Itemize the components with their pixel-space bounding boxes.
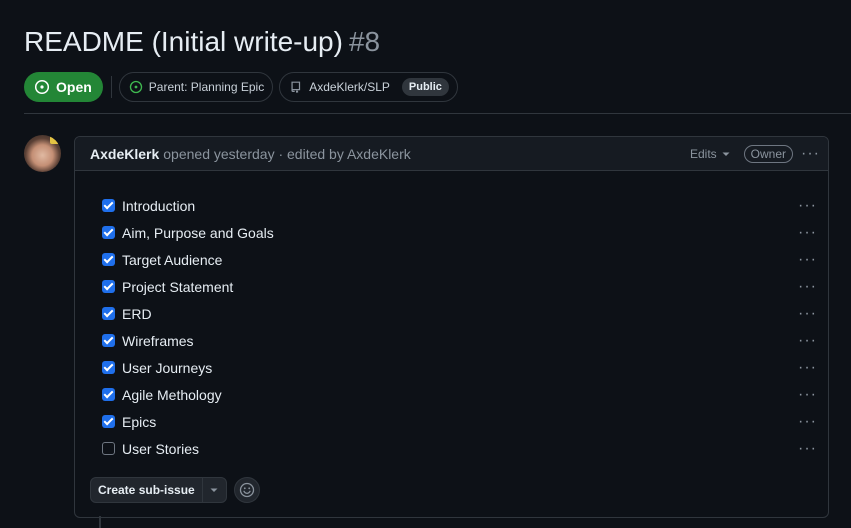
visibility-badge: Public bbox=[401, 78, 449, 96]
comment-header-actions: Edits Owner ··· bbox=[690, 144, 820, 163]
comment-footer: Create sub-issue bbox=[90, 477, 260, 503]
checkbox-checked-icon[interactable] bbox=[102, 307, 115, 320]
create-sub-issue-dropdown[interactable] bbox=[203, 478, 226, 502]
task-label: Aim, Purpose and Goals bbox=[122, 224, 274, 241]
kebab-horizontal-icon[interactable]: ··· bbox=[798, 251, 817, 269]
list-item: User Stories ··· bbox=[102, 435, 817, 462]
issue-opened-icon bbox=[129, 80, 142, 94]
list-item: Introduction ··· bbox=[102, 192, 817, 219]
create-sub-issue-button[interactable]: Create sub-issue bbox=[91, 478, 203, 502]
repo-icon bbox=[291, 81, 301, 93]
kebab-horizontal-icon[interactable]: ··· bbox=[801, 145, 820, 161]
edits-label: Edits bbox=[689, 146, 717, 161]
comment-author[interactable]: AxdeKlerk bbox=[90, 146, 159, 162]
kebab-horizontal-icon[interactable]: ··· bbox=[798, 413, 817, 431]
checkbox-checked-icon[interactable] bbox=[102, 415, 115, 428]
list-item: Project Statement ··· bbox=[102, 273, 817, 300]
task-label: Introduction bbox=[122, 197, 196, 214]
triangle-down-icon bbox=[210, 488, 218, 492]
issue-opened-icon bbox=[34, 79, 50, 95]
checkbox-checked-icon[interactable] bbox=[102, 199, 115, 212]
list-item: User Journeys ··· bbox=[102, 354, 817, 381]
checkbox-checked-icon[interactable] bbox=[102, 253, 115, 266]
list-item: Aim, Purpose and Goals ··· bbox=[102, 219, 817, 246]
header-divider bbox=[24, 113, 851, 114]
kebab-horizontal-icon[interactable]: ··· bbox=[798, 359, 817, 377]
list-item: Target Audience ··· bbox=[102, 246, 817, 273]
issue-state-badge: Open bbox=[24, 72, 103, 102]
checkbox-checked-icon[interactable] bbox=[102, 388, 115, 401]
task-label: Epics bbox=[122, 413, 157, 430]
checkbox-checked-icon[interactable] bbox=[102, 334, 115, 347]
triangle-down-icon bbox=[722, 152, 730, 156]
task-label: Project Statement bbox=[122, 278, 234, 295]
issue-number: #8 bbox=[348, 26, 381, 57]
task-label: User Stories bbox=[122, 440, 200, 457]
kebab-horizontal-icon[interactable]: ··· bbox=[798, 332, 817, 350]
task-label: User Journeys bbox=[122, 359, 213, 376]
task-label: Wireframes bbox=[122, 332, 194, 349]
kebab-horizontal-icon[interactable]: ··· bbox=[798, 197, 817, 215]
repository-link[interactable]: AxdeKlerk/SLP Public bbox=[279, 72, 458, 102]
parent-issue-label: Parent: Planning Epic bbox=[148, 80, 265, 94]
create-sub-issue-split-button: Create sub-issue bbox=[90, 477, 227, 503]
task-list: Introduction ··· Aim, Purpose and Goals … bbox=[102, 192, 817, 462]
issue-state-label: Open bbox=[56, 79, 92, 95]
kebab-horizontal-icon[interactable]: ··· bbox=[798, 305, 817, 323]
smiley-icon bbox=[239, 482, 254, 498]
checkbox-checked-icon[interactable] bbox=[102, 280, 115, 293]
repository-name: AxdeKlerk/SLP bbox=[309, 80, 390, 94]
timeline-line bbox=[99, 516, 101, 528]
task-checkbox[interactable] bbox=[102, 442, 115, 455]
issue-body-card: AxdeKlerk opened yesterday · edited by A… bbox=[74, 136, 829, 518]
issue-title-bar: README (Initial write-up) #8 bbox=[24, 24, 380, 60]
comment-meta: opened yesterday · edited by AxdeKlerk bbox=[163, 145, 411, 162]
kebab-horizontal-icon[interactable]: ··· bbox=[798, 386, 817, 404]
add-reaction-button[interactable] bbox=[233, 477, 260, 503]
list-item: ERD ··· bbox=[102, 300, 817, 327]
list-item: Epics ··· bbox=[102, 408, 817, 435]
checkbox-checked-icon[interactable] bbox=[102, 226, 115, 239]
checkbox-checked-icon[interactable] bbox=[102, 361, 115, 374]
list-item: Agile Methology ··· bbox=[102, 381, 817, 408]
avatar[interactable] bbox=[24, 135, 61, 172]
kebab-horizontal-icon[interactable]: ··· bbox=[798, 440, 817, 458]
divider bbox=[110, 76, 112, 98]
list-item: Wireframes ··· bbox=[102, 327, 817, 354]
kebab-horizontal-icon[interactable]: ··· bbox=[798, 224, 817, 242]
task-label: Target Audience bbox=[122, 251, 223, 268]
task-label: ERD bbox=[122, 305, 152, 322]
issue-title: README (Initial write-up) bbox=[24, 26, 343, 57]
task-label: Agile Methology bbox=[122, 386, 222, 403]
issue-meta-row: Open Parent: Planning Epic AxdeKlerk/SLP… bbox=[24, 72, 464, 102]
parent-issue-link[interactable]: Parent: Planning Epic bbox=[118, 72, 274, 102]
kebab-horizontal-icon[interactable]: ··· bbox=[798, 278, 817, 296]
owner-badge: Owner bbox=[743, 144, 794, 163]
comment-header: AxdeKlerk opened yesterday · edited by A… bbox=[75, 137, 828, 171]
edits-dropdown[interactable]: Edits bbox=[690, 147, 730, 161]
